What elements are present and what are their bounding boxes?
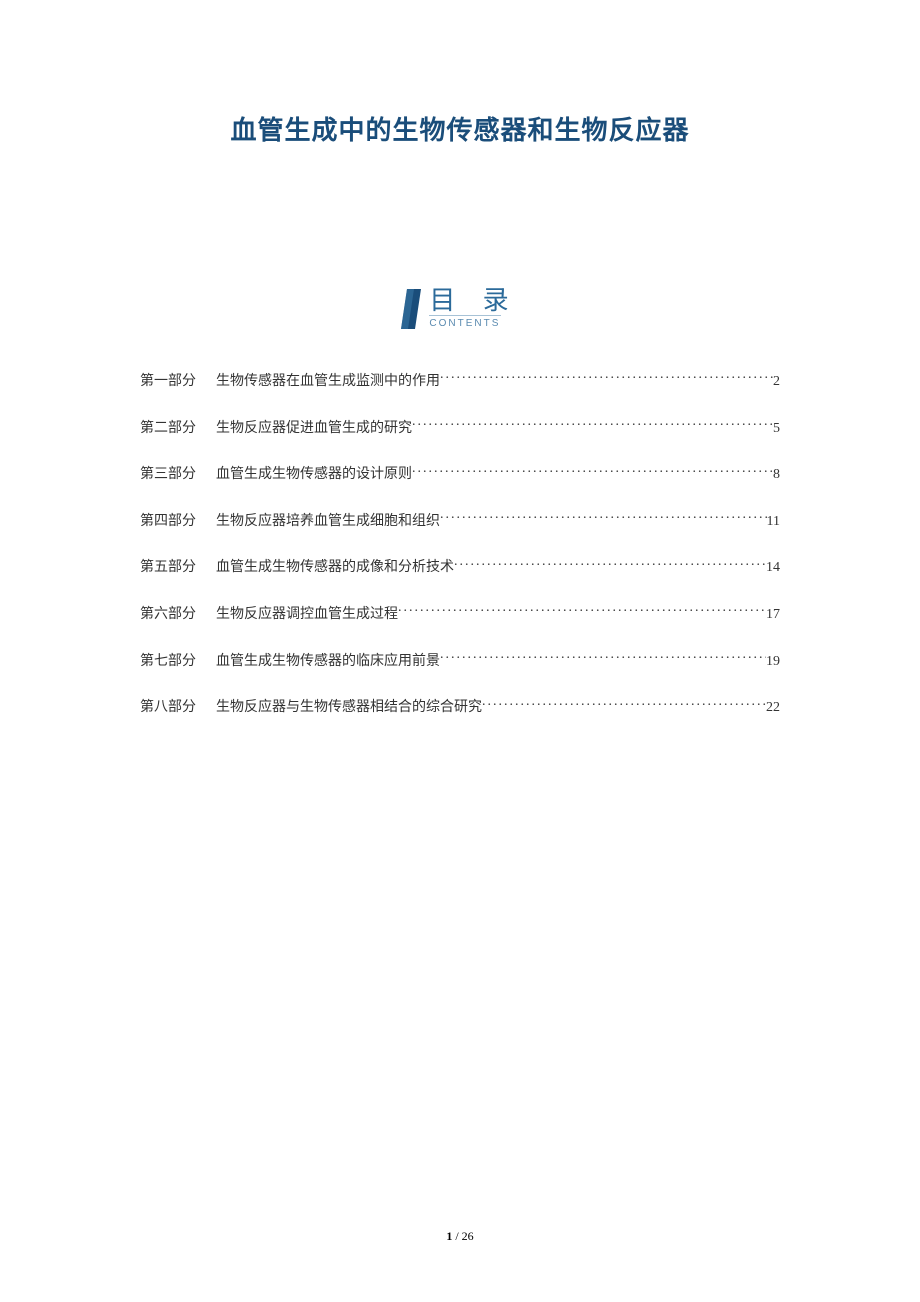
page-footer: 1 / 26 — [0, 1229, 920, 1244]
toc-page: 22 — [766, 698, 780, 718]
toc-row[interactable]: 第三部分 血管生成生物传感器的设计原则 8 — [140, 464, 780, 485]
parallelogram-icon — [401, 289, 421, 329]
toc-dots — [398, 604, 766, 618]
toc-text: 生物反应器与生物传感器相结合的综合研究 — [216, 698, 482, 718]
toc-row[interactable]: 第八部分 生物反应器与生物传感器相结合的综合研究 22 — [140, 697, 780, 718]
toc-dots — [412, 464, 773, 478]
page-title: 血管生成中的生物传感器和生物反应器 — [140, 110, 780, 147]
page-total: 26 — [462, 1229, 474, 1243]
toc-part: 第一部分 — [140, 372, 196, 392]
toc-dots — [482, 697, 766, 711]
toc-part: 第七部分 — [140, 652, 196, 672]
toc-row[interactable]: 第六部分 生物反应器调控血管生成过程 17 — [140, 604, 780, 625]
toc-page: 8 — [773, 465, 780, 485]
toc-row[interactable]: 第四部分 生物反应器培养血管生成细胞和组织 11 — [140, 511, 780, 532]
toc-page: 2 — [773, 372, 780, 392]
toc-text: 生物反应器调控血管生成过程 — [216, 605, 398, 625]
toc-page: 17 — [766, 605, 780, 625]
toc-page: 19 — [766, 652, 780, 672]
toc-label: 目 录 CONTENTS — [429, 287, 518, 329]
page-separator: / — [452, 1229, 461, 1243]
toc-label-main: 目 录 — [429, 287, 518, 313]
toc-header: 目 录 CONTENTS — [140, 287, 780, 329]
toc-page: 14 — [766, 558, 780, 578]
toc-text: 血管生成生物传感器的成像和分析技术 — [216, 558, 454, 578]
toc-page: 5 — [773, 419, 780, 439]
toc-label-sub: CONTENTS — [429, 315, 501, 329]
document-page: 血管生成中的生物传感器和生物反应器 目 录 CONTENTS 第一部分 生物传感… — [0, 0, 920, 1302]
toc-part: 第二部分 — [140, 419, 196, 439]
toc-part: 第四部分 — [140, 512, 196, 532]
toc-row[interactable]: 第七部分 血管生成生物传感器的临床应用前景 19 — [140, 651, 780, 672]
toc-text: 血管生成生物传感器的临床应用前景 — [216, 652, 440, 672]
toc-text: 生物传感器在血管生成监测中的作用 — [216, 372, 440, 392]
toc-part: 第三部分 — [140, 465, 196, 485]
toc-text: 生物反应器培养血管生成细胞和组织 — [216, 512, 440, 532]
toc-dots — [440, 511, 767, 525]
toc-text: 血管生成生物传感器的设计原则 — [216, 465, 412, 485]
toc-dots — [412, 418, 773, 432]
toc-part: 第八部分 — [140, 698, 196, 718]
toc-page: 11 — [767, 512, 780, 532]
toc-dots — [454, 557, 766, 571]
toc-dots — [440, 371, 773, 385]
toc-row[interactable]: 第二部分 生物反应器促进血管生成的研究 5 — [140, 418, 780, 439]
toc-row[interactable]: 第一部分 生物传感器在血管生成监测中的作用 2 — [140, 371, 780, 392]
toc-row[interactable]: 第五部分 血管生成生物传感器的成像和分析技术 14 — [140, 557, 780, 578]
toc-list: 第一部分 生物传感器在血管生成监测中的作用 2 第二部分 生物反应器促进血管生成… — [140, 371, 780, 718]
toc-dots — [440, 651, 766, 665]
toc-part: 第六部分 — [140, 605, 196, 625]
toc-part: 第五部分 — [140, 558, 196, 578]
toc-text: 生物反应器促进血管生成的研究 — [216, 419, 412, 439]
